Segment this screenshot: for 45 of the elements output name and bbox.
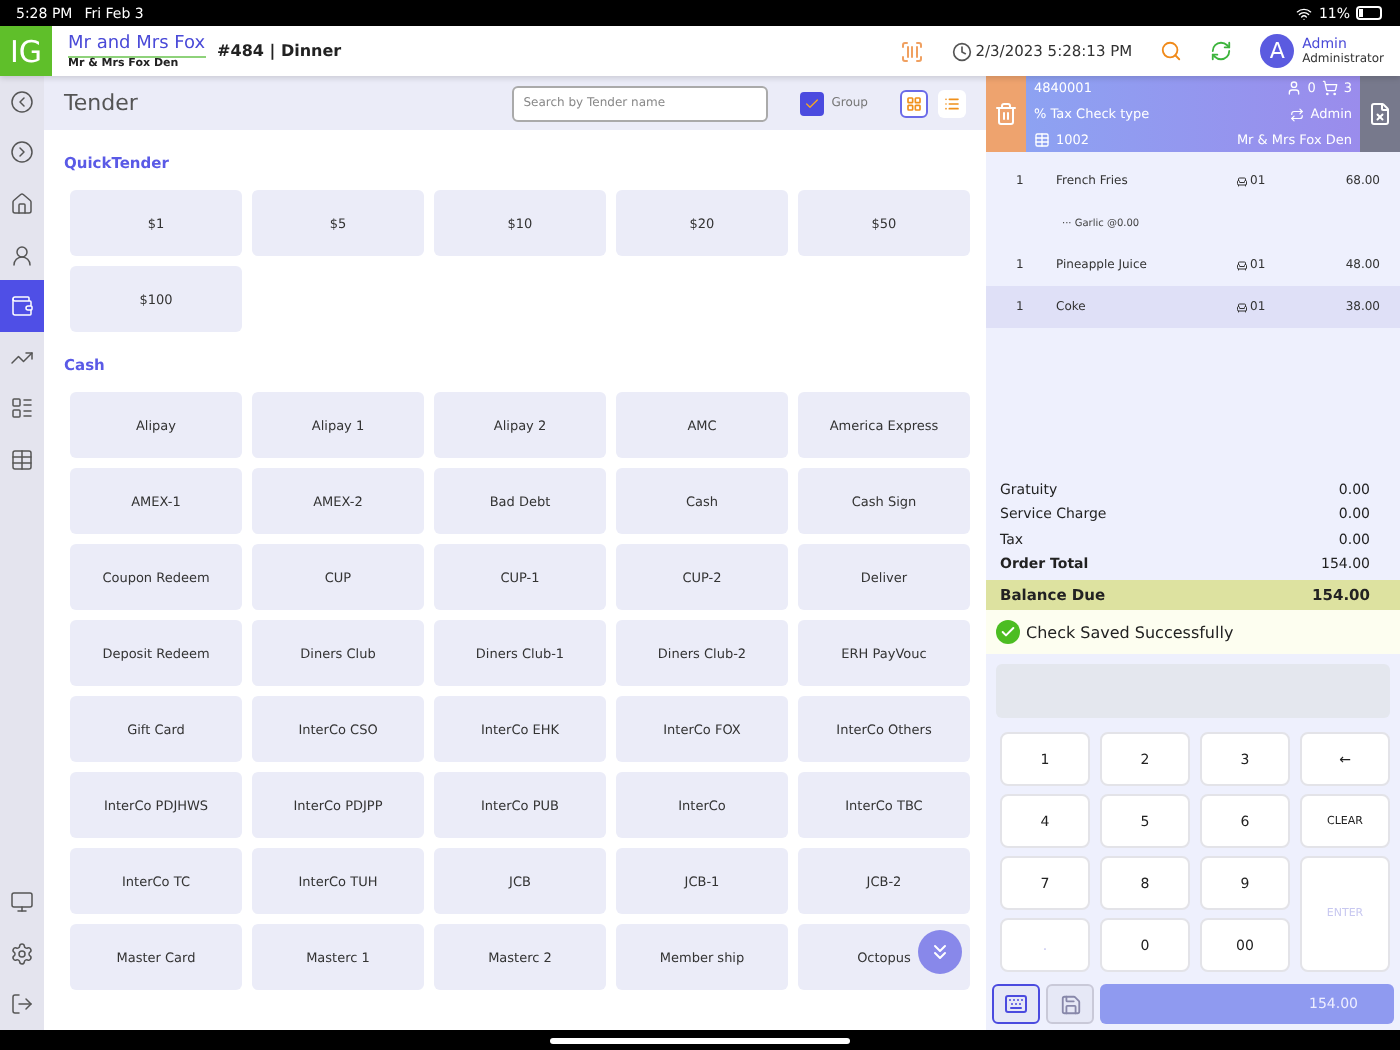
monitor-icon: [10, 890, 34, 915]
transfer-icon: [1290, 107, 1305, 121]
cart-icon: [1321, 80, 1338, 96]
table-icon: [10, 447, 34, 472]
order-title: #484 | Dinner: [217, 42, 342, 60]
list-view-button[interactable]: [938, 89, 966, 117]
guest-icon: [1285, 80, 1302, 96]
search-icon[interactable]: [1160, 40, 1183, 62]
keyboard-icon: [1004, 992, 1028, 1016]
wifi-icon: [1296, 5, 1313, 21]
seat-icon: [1236, 301, 1248, 313]
seat-icon: [1236, 175, 1248, 187]
chevrons-down-icon: [928, 940, 952, 964]
guest-name[interactable]: Mr and Mrs Fox: [68, 33, 206, 57]
clock-icon: [951, 41, 972, 61]
wallet-icon: [10, 294, 34, 319]
group-checkbox[interactable]: [799, 91, 824, 115]
save-button[interactable]: [1046, 984, 1094, 1024]
seat-icon: [1236, 259, 1248, 271]
person-icon: [10, 243, 34, 268]
home-icon: [10, 191, 34, 216]
list-icon: [944, 95, 960, 111]
success-message: Check Saved Successfully: [1026, 623, 1234, 641]
logout-icon: [10, 992, 34, 1017]
layout-icon: [10, 396, 34, 421]
keyboard-button[interactable]: [992, 984, 1040, 1024]
page-title: Tender: [64, 90, 138, 116]
barcode-icon[interactable]: [899, 39, 924, 63]
trash-icon: [994, 102, 1018, 126]
grid-icon: [906, 95, 922, 111]
app-logo: IG: [0, 26, 52, 76]
sidebar-item[interactable]: [0, 280, 44, 332]
table-icon: [1034, 132, 1050, 148]
forward-icon: [10, 140, 34, 165]
grid-view-button[interactable]: [900, 89, 928, 117]
check-icon: [803, 95, 820, 111]
battery-icon: [1356, 6, 1384, 20]
void-check-button[interactable]: [1360, 76, 1400, 152]
refresh-icon[interactable]: [1210, 40, 1233, 62]
back-icon: [10, 89, 34, 114]
delete-button[interactable]: [986, 76, 1026, 152]
void-icon: [1368, 102, 1392, 126]
save-icon: [1059, 993, 1081, 1015]
user-avatar[interactable]: A: [1260, 34, 1295, 68]
settings-icon: [10, 941, 34, 966]
